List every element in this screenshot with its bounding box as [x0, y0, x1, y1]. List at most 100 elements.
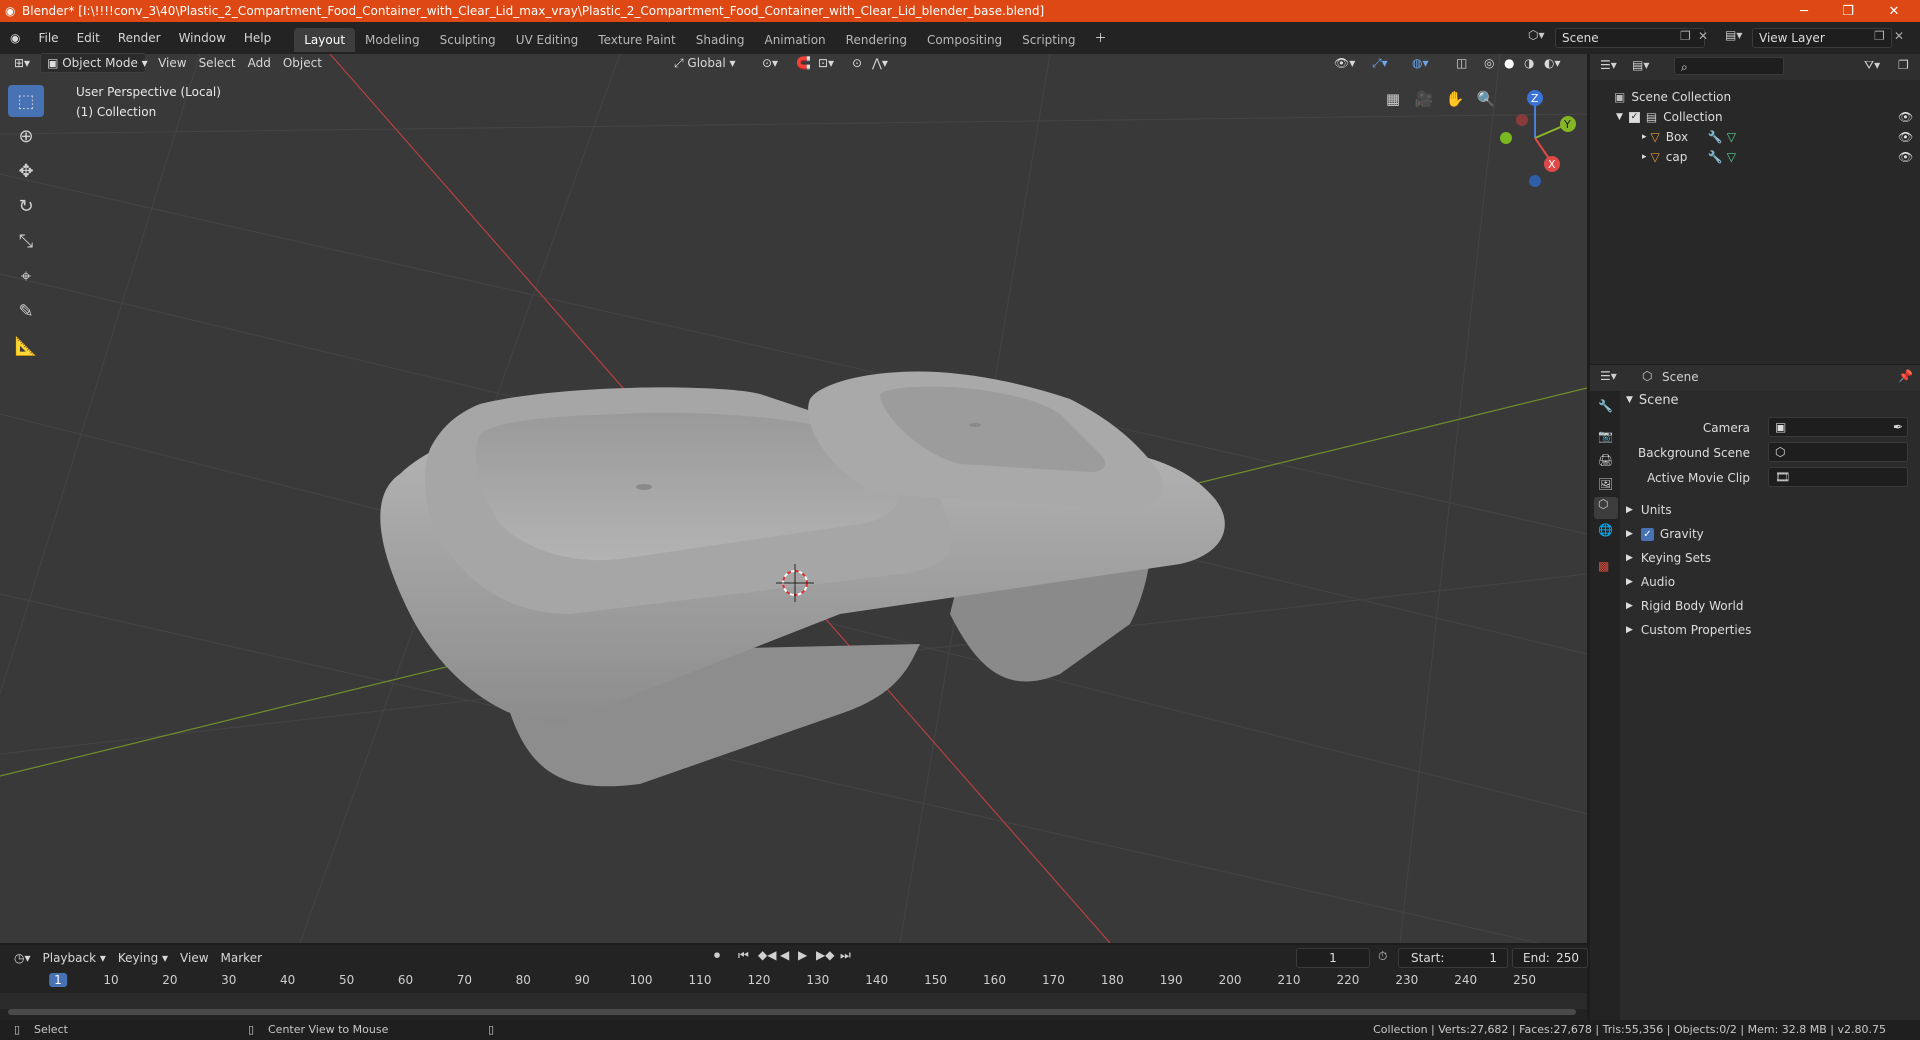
- tab-animation[interactable]: Animation: [754, 28, 835, 52]
- output-tab-icon[interactable]: 🖨: [1598, 453, 1613, 467]
- editor-type-icon[interactable]: ⊞▾: [8, 53, 36, 73]
- select-box-tool-icon[interactable]: ⬚: [8, 85, 44, 117]
- scene-tab-icon[interactable]: ⬡: [1594, 497, 1618, 519]
- expand-cap-icon[interactable]: ▸: [1642, 152, 1647, 162]
- collection-checkbox[interactable]: ✓: [1628, 111, 1640, 123]
- rotate-tool-icon[interactable]: ↻: [8, 190, 44, 222]
- timeline-menu-keying[interactable]: Keying ▾: [112, 948, 174, 968]
- outliner-row-box[interactable]: ▸ ▽ Box 🔧 ▽ 👁: [1590, 127, 1920, 147]
- scene-type-icon[interactable]: ⬡▾: [1528, 28, 1545, 42]
- jump-start-icon[interactable]: ⏮: [738, 948, 749, 963]
- tab-shading[interactable]: Shading: [686, 28, 755, 52]
- camera-field[interactable]: ▣ ✒: [1768, 417, 1908, 437]
- texture-tab-icon[interactable]: ▩: [1598, 559, 1609, 573]
- units-panel-header[interactable]: ▶ Units: [1626, 499, 1916, 521]
- maximize-icon[interactable]: ❐: [1826, 0, 1870, 22]
- expand-box-icon[interactable]: ▸: [1642, 132, 1647, 142]
- menu-file[interactable]: File: [29, 22, 67, 54]
- pin-icon[interactable]: 📌: [1898, 369, 1913, 383]
- rigid-body-world-panel-header[interactable]: ▶ Rigid Body World: [1626, 595, 1916, 617]
- proportional-edit-icon[interactable]: ⊙: [846, 53, 868, 73]
- minimize-icon[interactable]: ─: [1782, 0, 1826, 22]
- close-icon[interactable]: ✕: [1872, 0, 1916, 22]
- background-scene-field[interactable]: ⬡: [1768, 442, 1908, 462]
- camera-view-icon[interactable]: 🎥: [1411, 86, 1437, 112]
- start-frame-field[interactable]: Start: 1: [1398, 948, 1508, 968]
- keying-sets-panel-header[interactable]: ▶ Keying Sets: [1626, 547, 1916, 569]
- prev-keyframe-icon[interactable]: ◆◀: [758, 948, 776, 962]
- play-icon[interactable]: ▶: [798, 948, 807, 962]
- expand-rigid-body-icon[interactable]: ▶: [1626, 601, 1633, 611]
- scale-tool-icon[interactable]: ⤡: [8, 225, 44, 257]
- cursor-tool-icon[interactable]: ⊕: [8, 120, 44, 152]
- mode-selector[interactable]: ▣ Object Mode ▾: [40, 53, 148, 73]
- view-layer-tab-icon[interactable]: 🖼: [1598, 477, 1613, 491]
- new-scene-icon[interactable]: ❐: [1680, 29, 1691, 43]
- outliner-row-scene-collection[interactable]: ▣ Scene Collection: [1590, 87, 1920, 107]
- filter-icon[interactable]: ⛛▾: [1864, 58, 1880, 73]
- tab-modeling[interactable]: Modeling: [355, 28, 430, 52]
- snap-target-icon[interactable]: ⊡▾: [812, 53, 840, 73]
- falloff-icon[interactable]: ⋀▾: [866, 53, 894, 73]
- pivot-point-icon[interactable]: ⊙▾: [756, 53, 784, 73]
- rendered-shading-icon[interactable]: ◐▾: [1538, 53, 1567, 73]
- display-mode-icon[interactable]: ▤▾: [1632, 58, 1649, 72]
- measure-tool-icon[interactable]: 📐: [8, 330, 44, 362]
- world-tab-icon[interactable]: 🌐: [1598, 523, 1613, 537]
- menu-help[interactable]: Help: [235, 22, 280, 54]
- timeline-scrollbar[interactable]: [8, 1009, 1576, 1015]
- tab-layout[interactable]: Layout: [294, 28, 356, 52]
- view-layer-selector[interactable]: View Layer: [1752, 28, 1892, 48]
- viewport-menu-view[interactable]: View: [152, 53, 192, 73]
- annotate-tool-icon[interactable]: ✎: [8, 295, 44, 327]
- pan-view-icon[interactable]: ✋: [1442, 86, 1468, 112]
- collapse-scene-panel-icon[interactable]: ▼: [1626, 395, 1633, 405]
- play-reverse-icon[interactable]: ◀: [780, 948, 789, 962]
- transform-orientation-dropdown[interactable]: ⤢ Global ▾: [668, 53, 742, 73]
- tab-scripting[interactable]: Scripting: [1012, 28, 1085, 52]
- timeline-menu-marker[interactable]: Marker: [215, 948, 268, 968]
- audio-panel-header[interactable]: ▶ Audio: [1626, 571, 1916, 593]
- gravity-panel-header[interactable]: ▶ ✓ Gravity: [1626, 523, 1916, 545]
- current-frame-field[interactable]: 1: [1296, 948, 1370, 968]
- next-keyframe-icon[interactable]: ▶◆: [816, 948, 834, 962]
- outliner-row-collection[interactable]: ▼ ✓ ▤ Collection 👁: [1590, 107, 1920, 127]
- new-collection-icon[interactable]: ❐: [1898, 58, 1909, 72]
- render-tab-icon[interactable]: 📷: [1598, 429, 1613, 443]
- stopwatch-icon[interactable]: ⏱: [1378, 949, 1387, 964]
- jump-end-icon[interactable]: ⏭: [840, 948, 851, 963]
- overlay-toggle-icon[interactable]: ◍▾: [1406, 53, 1435, 73]
- viewport-menu-add[interactable]: Add: [242, 53, 277, 73]
- transform-tool-icon[interactable]: ⌖: [8, 260, 44, 292]
- tab-texture-paint[interactable]: Texture Paint: [588, 28, 685, 52]
- record-icon[interactable]: ⏺: [714, 948, 720, 963]
- gravity-checkbox[interactable]: ✓: [1640, 527, 1654, 541]
- 3d-viewport[interactable]: User Perspective (Local) (1) Collection …: [0, 54, 1587, 943]
- expand-audio-icon[interactable]: ▶: [1626, 577, 1633, 587]
- active-movie-clip-field[interactable]: 🎞: [1768, 467, 1908, 487]
- tool-settings-tab-icon[interactable]: 🔧: [1598, 399, 1613, 413]
- timeline-track-area[interactable]: [0, 993, 1587, 1009]
- food-container-model[interactable]: [380, 371, 1225, 787]
- viewport-menu-object[interactable]: Object: [277, 53, 328, 73]
- menu-edit[interactable]: Edit: [68, 22, 109, 54]
- timeline-menu-view[interactable]: View: [174, 948, 214, 968]
- outliner-row-cap[interactable]: ▸ ▽ cap 🔧 ▽ 👁: [1590, 147, 1920, 167]
- expand-units-icon[interactable]: ▶: [1626, 505, 1633, 515]
- custom-properties-panel-header[interactable]: ▶ Custom Properties: [1626, 619, 1916, 641]
- menu-window[interactable]: Window: [170, 22, 235, 54]
- current-frame-marker[interactable]: 1: [49, 973, 67, 987]
- expand-keying-sets-icon[interactable]: ▶: [1626, 553, 1633, 563]
- expand-custom-properties-icon[interactable]: ▶: [1626, 625, 1633, 635]
- navigation-gizmo[interactable]: Z Y X: [1490, 80, 1587, 190]
- timeline-editor-type-icon[interactable]: ◷▾: [8, 948, 37, 968]
- box-visibility-icon[interactable]: 👁: [1898, 130, 1913, 144]
- expand-collection-icon[interactable]: ▼: [1616, 112, 1623, 122]
- delete-view-layer-icon[interactable]: ✕: [1894, 29, 1904, 43]
- menu-render[interactable]: Render: [109, 22, 170, 54]
- timeline-menu-playback[interactable]: Playback ▾: [37, 948, 112, 968]
- properties-editor-type-icon[interactable]: ☰▾: [1600, 369, 1617, 383]
- scene-panel-header[interactable]: ▼ Scene: [1626, 389, 1916, 411]
- tab-rendering[interactable]: Rendering: [836, 28, 917, 52]
- end-frame-field[interactable]: End: 250: [1512, 948, 1588, 968]
